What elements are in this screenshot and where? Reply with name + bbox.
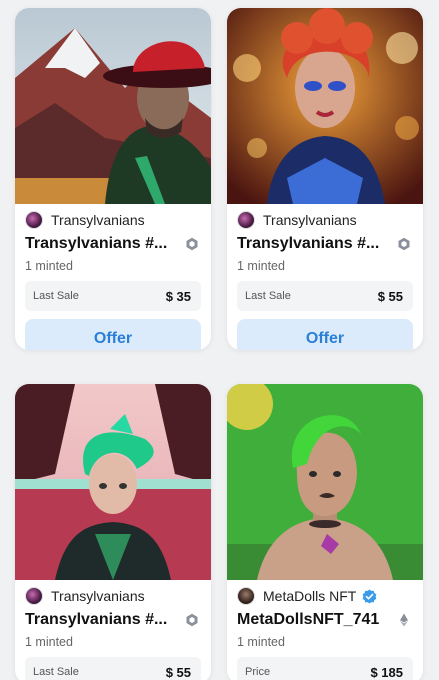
verified-badge-icon xyxy=(363,588,377,604)
nft-title[interactable]: Transylvanians #... xyxy=(237,235,379,253)
offer-button[interactable]: Offer xyxy=(25,319,201,350)
sale-value: $ 55 xyxy=(165,664,191,680)
nft-image-green-hair-boy[interactable] xyxy=(15,384,211,580)
minted-count: 1 minted xyxy=(25,259,73,273)
collection-name[interactable]: Transylvanians xyxy=(263,212,357,228)
polygon-icon xyxy=(186,237,198,251)
nft-title[interactable]: Transylvanians #... xyxy=(25,611,167,629)
nft-title[interactable]: MetaDollsNFT_741 xyxy=(237,611,379,629)
collection-name[interactable]: Transylvanians xyxy=(51,588,145,604)
collection-avatar[interactable] xyxy=(237,211,255,229)
nft-image-red-hair[interactable] xyxy=(227,8,423,204)
sale-value: $ 185 xyxy=(370,664,403,680)
nft-card[interactable]: Transylvanians Transylvanians #... 1 min… xyxy=(15,384,211,680)
ethereum-icon xyxy=(400,613,408,627)
nft-card[interactable]: Transylvanians Transylvanians #... 1 min… xyxy=(227,8,423,350)
sale-label: Last Sale xyxy=(245,290,291,302)
polygon-icon xyxy=(398,237,410,251)
last-sale-box: Last Sale $ 55 xyxy=(237,281,413,311)
sale-label: Last Sale xyxy=(33,290,79,302)
offer-button[interactable]: Offer xyxy=(237,319,413,350)
last-sale-box: Last Sale $ 35 xyxy=(25,281,201,311)
collection-name[interactable]: Transylvanians xyxy=(51,212,145,228)
minted-count: 1 minted xyxy=(237,635,285,649)
collection-avatar[interactable] xyxy=(25,587,43,605)
collection-name[interactable]: MetaDolls NFT xyxy=(263,588,356,604)
nft-card[interactable]: Transylvanians Transylvanians #... 1 min… xyxy=(15,8,211,350)
sale-value: $ 35 xyxy=(165,288,191,304)
price-box: Price $ 185 xyxy=(237,657,413,680)
sale-value: $ 55 xyxy=(377,288,403,304)
nft-card[interactable]: MetaDolls NFT MetaDollsNFT_741 1 minted … xyxy=(227,384,423,680)
minted-count: 1 minted xyxy=(237,259,285,273)
minted-count: 1 minted xyxy=(25,635,73,649)
nft-image-vampire-hat[interactable] xyxy=(15,8,211,204)
sale-label: Last Sale xyxy=(33,666,79,678)
last-sale-box: Last Sale $ 55 xyxy=(25,657,201,680)
sale-label: Price xyxy=(245,666,271,678)
nft-grid: Transylvanians Transylvanians #... 1 min… xyxy=(0,0,439,680)
collection-avatar[interactable] xyxy=(237,587,255,605)
nft-title[interactable]: Transylvanians #... xyxy=(25,235,167,253)
polygon-icon xyxy=(186,613,198,627)
collection-avatar[interactable] xyxy=(25,211,43,229)
nft-image-metadoll[interactable] xyxy=(227,384,423,580)
